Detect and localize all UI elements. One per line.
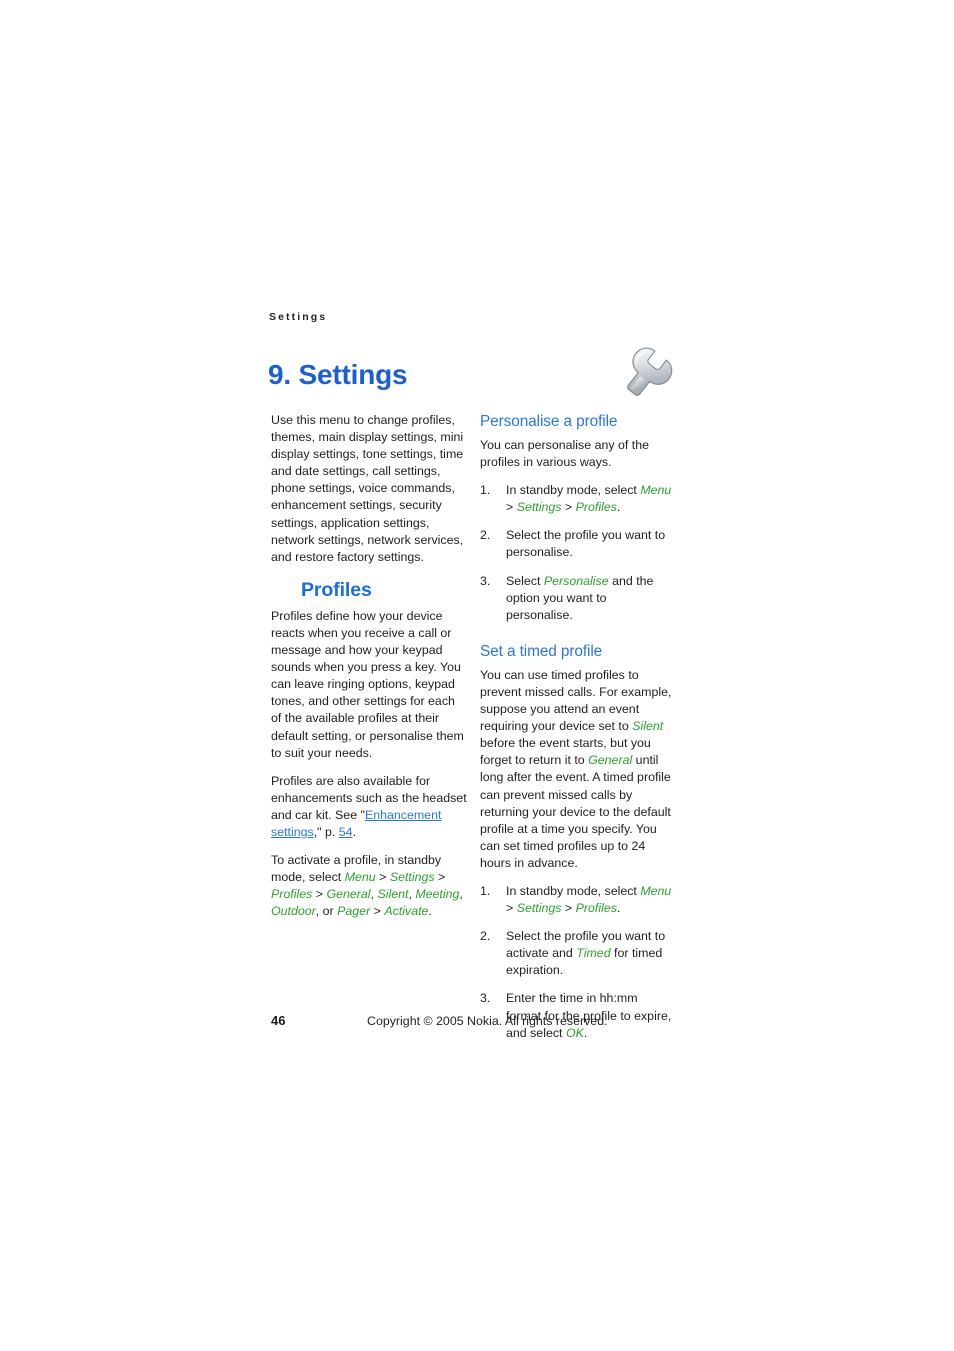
list-item: 2. Select the profile you want to activat…: [480, 928, 674, 979]
page-number: 46: [271, 1013, 286, 1028]
step-number: 3.: [480, 573, 491, 588]
list-item: 1. In standby mode, select Menu > Setting…: [480, 883, 674, 917]
list-item: 3. Select Personalise and the option you …: [480, 573, 674, 624]
section-title-profiles: Profiles: [301, 578, 372, 601]
menu-separator: >: [434, 870, 446, 885]
step-text-end: .: [616, 901, 621, 916]
chapter-title: 9. Settings: [268, 358, 408, 390]
timed-profile-intro: You can use timed profiles to prevent mi…: [480, 667, 674, 872]
step-text-before: Select the profile you want to personali…: [506, 528, 666, 560]
menu-path-general: General: [326, 887, 371, 902]
wrench-icon: [620, 344, 682, 406]
step-text-before: Select: [506, 573, 544, 588]
menu-path-general: General: [588, 753, 633, 768]
menu-separator: ,: [459, 887, 463, 902]
menu-separator: >: [370, 904, 385, 919]
manual-page: Settings 9. Settings Use this menu to ch…: [0, 0, 954, 1351]
step-number: 1.: [480, 483, 491, 498]
menu-path-silent: Silent: [632, 719, 664, 734]
profiles-paragraph-3: To activate a profile, in standby mode, …: [271, 852, 467, 920]
running-header: Settings: [269, 311, 328, 323]
menu-path-meeting: Meeting: [415, 887, 460, 902]
personalise-steps-list: 1. In standby mode, select Menu > Setting…: [480, 482, 674, 624]
menu-path-profiles: Profiles: [271, 887, 313, 902]
step-number: 3.: [480, 991, 491, 1006]
list-item: 2. Select the profile you want to persona…: [480, 527, 674, 561]
step-text-before: In standby mode, select: [506, 883, 641, 898]
page-54-link[interactable]: 54: [339, 825, 353, 839]
menu-separator: >: [561, 500, 576, 515]
list-item: 1. In standby mode, select Menu > Setting…: [480, 482, 674, 516]
menu-path-settings: Settings: [516, 500, 562, 515]
profiles-paragraph-1: Profiles define how your device reacts w…: [271, 608, 464, 760]
paragraph-2-text-end: .: [352, 824, 357, 839]
step-text-before: In standby mode, select: [506, 483, 641, 498]
menu-separator: >: [375, 870, 390, 885]
step-number: 1.: [480, 883, 491, 898]
menu-separator: >: [312, 887, 327, 902]
menu-path-personalise: Personalise: [543, 573, 609, 588]
paragraph-2-text-after: ," p.: [313, 824, 339, 839]
step-number: 2.: [480, 929, 491, 944]
menu-path-outdoor: Outdoor: [271, 904, 316, 919]
copyright-notice: Copyright © 2005 Nokia. All rights reser…: [367, 1014, 608, 1028]
profiles-paragraph-2: Profiles are also available for enhancem…: [271, 773, 467, 841]
intro-paragraph: Use this menu to change profiles, themes…: [271, 413, 464, 564]
menu-path-pager: Pager: [337, 904, 371, 919]
subsection-title-personalise-a-profile: Personalise a profile: [480, 413, 618, 430]
step-text-end: .: [616, 500, 621, 515]
menu-separator: >: [506, 500, 517, 515]
menu-path-timed: Timed: [576, 946, 611, 961]
timed-intro-part-3: until long after the event. A timed prof…: [480, 753, 671, 870]
step-number: 2.: [480, 528, 491, 543]
menu-path-profiles: Profiles: [575, 500, 617, 515]
left-column: Use this menu to change profiles, themes…: [271, 412, 467, 931]
menu-path-menu: Menu: [640, 883, 672, 898]
right-column: Personalise a profile You can personalis…: [480, 412, 674, 1053]
menu-path-menu: Menu: [640, 483, 672, 498]
menu-path-menu: Menu: [344, 870, 376, 885]
menu-separator: >: [561, 901, 576, 916]
subsection-title-set-a-timed-profile: Set a timed profile: [480, 642, 603, 660]
menu-path-silent: Silent: [377, 887, 409, 902]
menu-path-profiles: Profiles: [575, 901, 617, 916]
menu-separator: , or: [315, 904, 338, 919]
menu-path-activate: Activate: [384, 904, 429, 919]
menu-separator: >: [506, 901, 517, 916]
activate-text-end: .: [428, 904, 432, 919]
menu-path-settings: Settings: [389, 870, 435, 885]
menu-path-settings: Settings: [516, 901, 562, 916]
personalise-intro: You can personalise any of the profiles …: [480, 438, 650, 470]
